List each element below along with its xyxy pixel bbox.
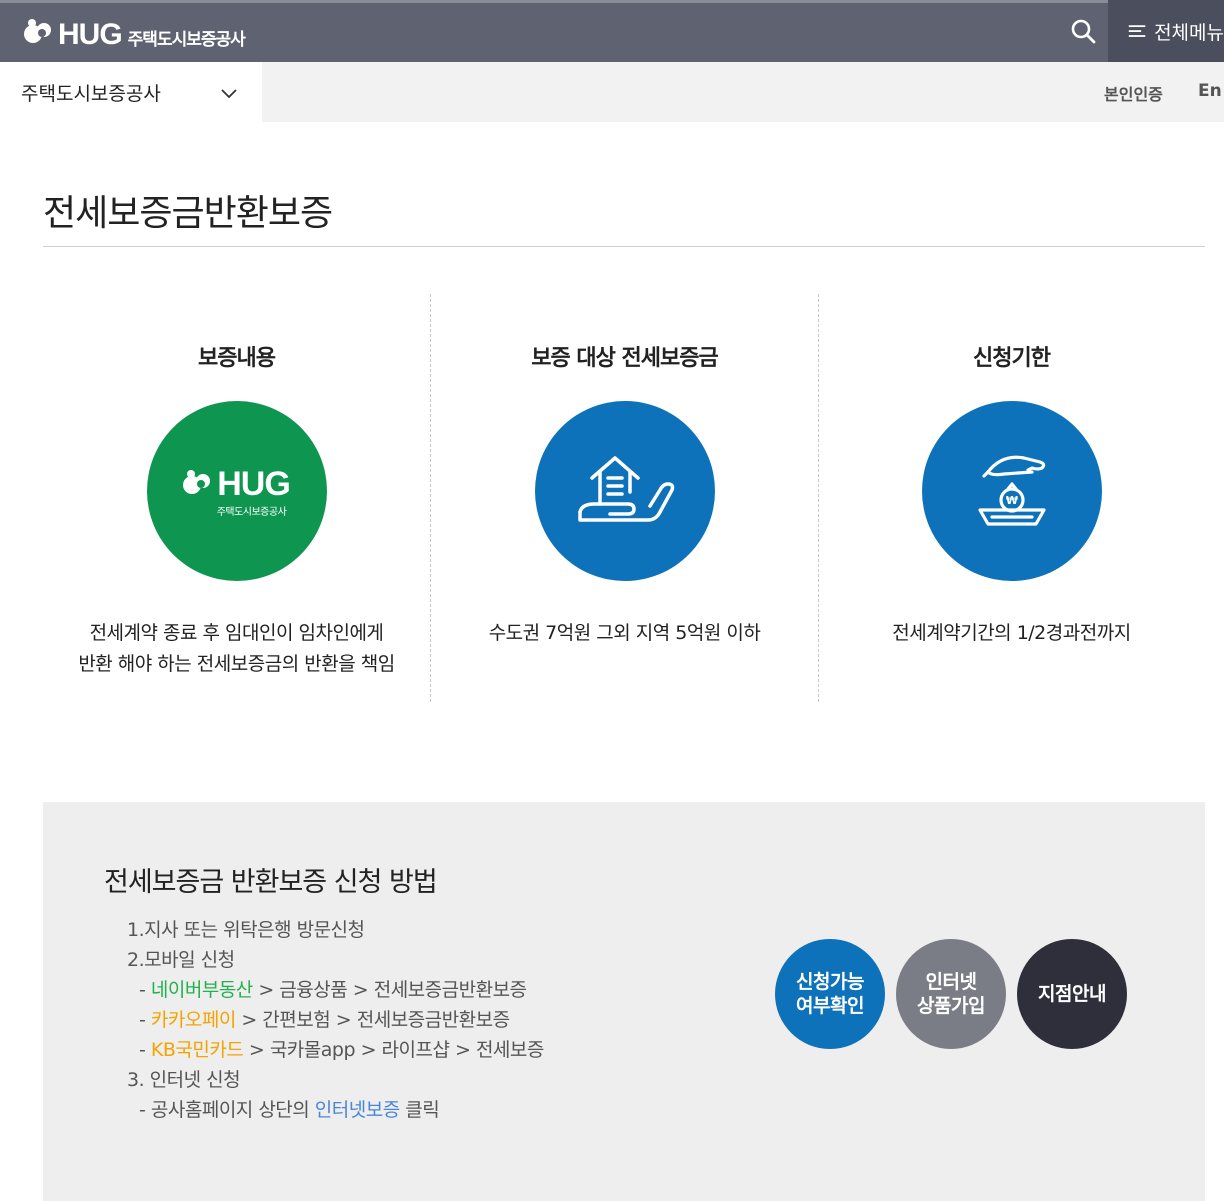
card-title: 보증내용: [198, 346, 276, 371]
desc-line: 수도권 7억원 그외 지역 5억원 이하: [488, 622, 761, 644]
svg-text:₩: ₩: [1005, 494, 1017, 507]
eligibility-check-button[interactable]: 신청가능 여부확인: [775, 939, 885, 1049]
search-icon: [1071, 19, 1096, 44]
application-steps: 1.지사 또는 위탁은행 방문신청 2.모바일 신청 - 네이버부동산 > 금융…: [127, 915, 544, 1125]
hug-logo-icon: HUG 주택도시보증공사: [146, 401, 327, 581]
button-label-line: 지점안내: [1038, 983, 1106, 1005]
step-mobile: 2.모바일 신청: [127, 949, 235, 971]
card-description: 수도권 7억원 그외 지역 5억원 이하: [431, 618, 818, 649]
protected-money-bag-icon: ₩: [921, 401, 1102, 581]
money-bag-graphic: ₩: [977, 455, 1046, 526]
kakaopay-link[interactable]: 카카오페이: [151, 1009, 236, 1031]
identity-verification-link[interactable]: 본인인증: [1104, 81, 1163, 105]
header-top-edge: [0, 0, 1224, 3]
card-application-deadline: 신청기한 ₩ 전세계약기간의 1/2경과전까지: [818, 294, 1205, 702]
badge-text: HUG: [217, 464, 291, 503]
site-selector-dropdown[interactable]: 주택도시보증공사: [0, 62, 262, 122]
logo-subtext: 주택도시보증공사: [127, 29, 246, 50]
full-menu-label: 전체메뉴: [1154, 21, 1224, 44]
english-language-link[interactable]: En: [1198, 81, 1222, 101]
internet-guarantee-link[interactable]: 인터넷보증: [315, 1099, 400, 1121]
section-title: 전세보증금 반환보증 신청 방법: [104, 867, 438, 898]
card-title: 신청기한: [973, 346, 1051, 371]
full-menu-button[interactable]: 전체메뉴: [1108, 0, 1224, 62]
card-target-deposit: 보증 대상 전세보증금 수도권 7억원 그외 지역 5억원 이하: [431, 294, 818, 702]
button-label-line: 상품가입: [917, 995, 985, 1017]
hug-logo-mark-icon: [24, 19, 51, 43]
application-method-section: 전세보증금 반환보증 신청 방법 1.지사 또는 위탁은행 방문신청 2.모바일…: [43, 802, 1205, 1201]
desc-line: 전세계약 종료 후 임대인이 임차인에게: [89, 622, 384, 644]
step-internet: 3. 인터넷 신청: [127, 1069, 241, 1091]
card-description: 전세계약기간의 1/2경과전까지: [818, 618, 1205, 649]
internet-option: - 공사홈페이지 상단의 인터넷보증 클릭: [139, 1099, 440, 1121]
mobile-option-naver: - 네이버부동산 > 금융상품 > 전세보증금반환보증: [139, 979, 527, 1001]
mobile-option-kb: - KB국민카드 > 국카몰app > 라이프샵 > 전세보증: [139, 1039, 544, 1061]
hamburger-menu-icon: [1128, 25, 1146, 37]
hug-badge-mark-icon: [183, 469, 211, 494]
chevron-down-icon: [221, 89, 237, 99]
desc-line: 전세계약기간의 1/2경과전까지: [892, 622, 1131, 644]
page-title: 전세보증금반환보증: [43, 193, 333, 234]
desc-line: 반환 해야 하는 전세보증금의 반환을 책임: [78, 653, 395, 675]
branch-guide-button[interactable]: 지점안내: [1017, 939, 1127, 1049]
house-in-hand-icon: [534, 401, 715, 581]
top-header-bar: HUG 주택도시보증공사 전체메뉴: [0, 0, 1224, 62]
button-label-line: 신청가능: [796, 971, 864, 993]
step-visit: 1.지사 또는 위탁은행 방문신청: [127, 919, 365, 941]
badge-subtext: 주택도시보증공사: [216, 506, 287, 518]
online-product-signup-button[interactable]: 인터넷 상품가입: [896, 939, 1006, 1049]
site-selector-label: 주택도시보증공사: [21, 82, 161, 105]
mobile-option-kakao: - 카카오페이 > 간편보험 > 전세보증금반환보증: [139, 1009, 510, 1031]
search-button[interactable]: [1058, 0, 1108, 62]
logo-text: HUG: [58, 18, 123, 51]
title-divider: [43, 246, 1205, 247]
kb-card-link[interactable]: KB국민카드: [151, 1039, 244, 1061]
hug-logo[interactable]: HUG 주택도시보증공사: [20, 10, 246, 54]
card-guarantee-content: 보증내용 HUG 주택도시보증공사 전세계약 종료 후 임대인이 임차인에게 반…: [43, 294, 430, 702]
house-hand-graphic: [577, 456, 674, 522]
button-label-line: 인터넷: [925, 971, 977, 993]
button-label-line: 여부확인: [796, 995, 864, 1017]
naver-realestate-link[interactable]: 네이버부동산: [151, 979, 253, 1001]
card-title: 보증 대상 전세보증금: [531, 346, 718, 371]
card-description: 전세계약 종료 후 임대인이 임차인에게 반환 해야 하는 전세보증금의 반환을…: [43, 618, 430, 680]
